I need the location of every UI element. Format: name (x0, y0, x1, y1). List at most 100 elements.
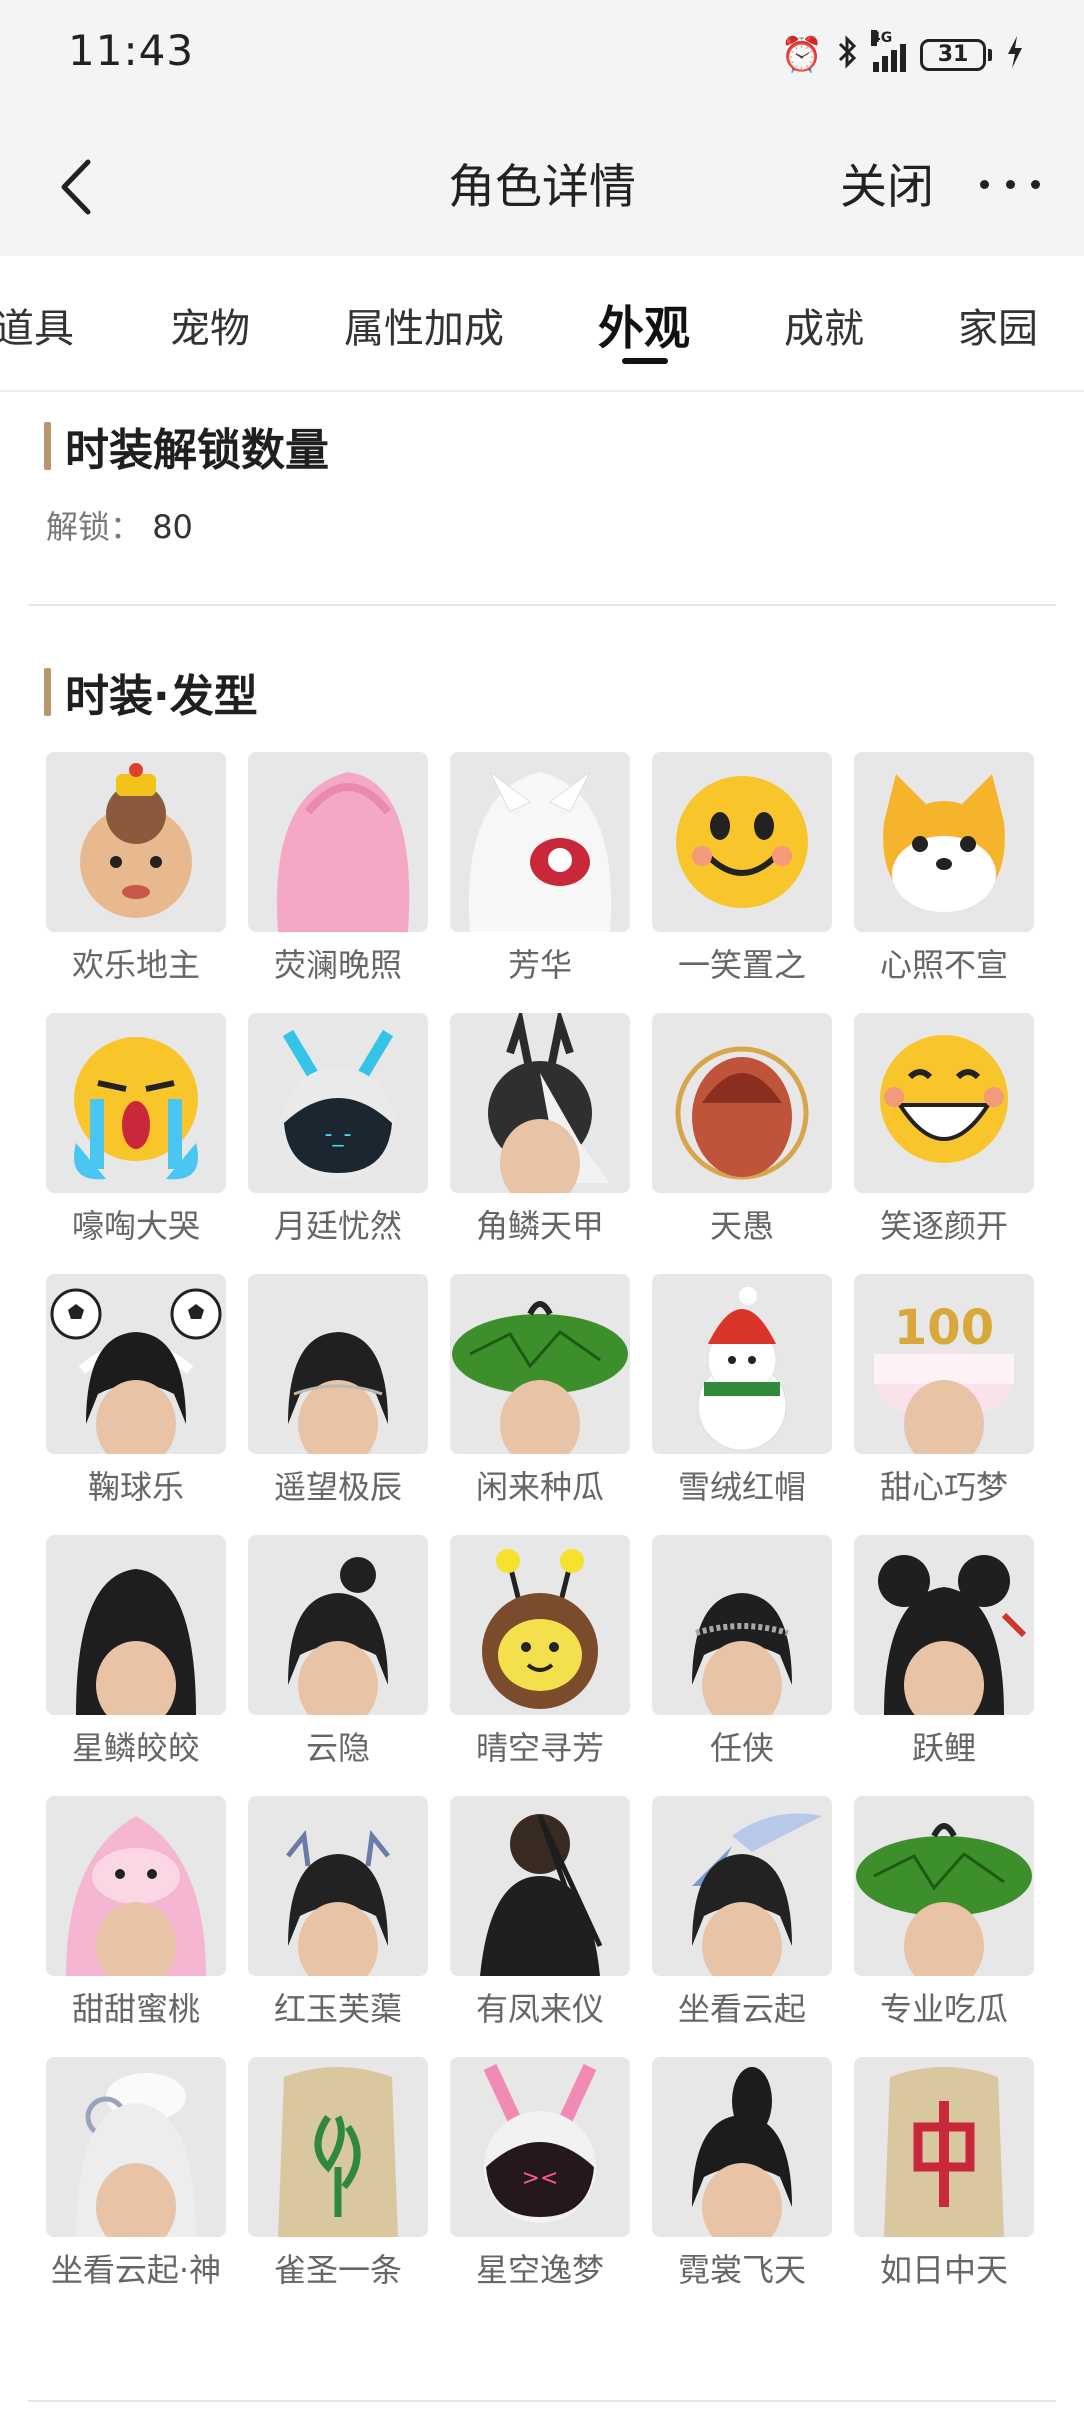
tab-items[interactable]: 道具 (0, 296, 74, 354)
bun-hair-icon (854, 1535, 1034, 1715)
fashion-item-name: 霓裳飞天 (677, 2251, 806, 2289)
high-bun-icon (652, 2057, 832, 2237)
tab-bar: 道具 宠物 属性加成 外观 成就 家园 (0, 256, 1084, 392)
fashion-item[interactable]: 闲来种瓜 (450, 1274, 630, 1535)
fashion-item[interactable]: 100 甜心巧梦 (854, 1274, 1034, 1535)
fashion-item-name: 天愚 (709, 1207, 774, 1245)
fashion-item[interactable]: 荧澜晚照 (248, 752, 428, 1013)
fashion-item-name: 欢乐地主 (71, 946, 200, 984)
unlock-value: 80 (152, 508, 193, 546)
visor-helmet-icon: -_- (248, 1013, 428, 1193)
alarm-icon: ⏰ (780, 35, 823, 75)
cake-hat-icon: 100 (854, 1274, 1034, 1454)
back-button[interactable] (54, 142, 144, 232)
hairy-head-icon (652, 1013, 832, 1193)
status-icons: ⏰ 4G 31 (781, 30, 1024, 80)
fashion-item-name: 嚎啕大哭 (71, 1207, 200, 1245)
fashion-item[interactable]: 嚎啕大哭 (46, 1013, 226, 1274)
tab-appearance[interactable]: 外观 (598, 292, 690, 358)
unlock-label: 解锁： (46, 508, 143, 546)
fashion-section-title-text: 时装·发型 (65, 671, 258, 722)
fashion-item[interactable]: 甜甜蜜桃 (46, 1796, 226, 2057)
fashion-item-name: 遥望极辰 (273, 1468, 402, 1506)
tab-attributes[interactable]: 属性加成 (344, 296, 504, 354)
unlock-count: 解锁： 80 (46, 502, 193, 548)
fashion-item[interactable]: -_- 月廷忧然 (248, 1013, 428, 1274)
mahjong-zhong-bag-icon (854, 2057, 1034, 2237)
status-time: 11:43 (68, 26, 195, 75)
fashion-item[interactable]: 跃鲤 (854, 1535, 1034, 1796)
fashion-item[interactable]: 星鳞皎皎 (46, 1535, 226, 1796)
bunny-visor-icon: >< (450, 2057, 630, 2237)
fashion-item[interactable]: 雀圣一条 (248, 2057, 428, 2318)
fashion-item[interactable]: 天愚 (652, 1013, 832, 1274)
fashion-item-name: 任侠 (709, 1729, 774, 1767)
fashion-item[interactable]: 红玉芙蕖 (248, 1796, 428, 2057)
crying-emoji-icon (46, 1013, 226, 1193)
fashion-grid: 欢乐地主 荧澜晚照 芳华 一笑置之 心照不宣嚎啕大哭 -_- 月廷忧然 角鳞天甲 天愚 笑逐颜开鞠… (46, 752, 1046, 2318)
fashion-item-name: 甜甜蜜桃 (71, 1990, 200, 2028)
fashion-item[interactable]: 鞠球乐 (46, 1274, 226, 1535)
close-button[interactable]: 关闭 (840, 148, 934, 217)
bluetooth-icon (837, 35, 859, 75)
melon-hat-icon (854, 1796, 1034, 1976)
white-hair-icon (46, 2057, 226, 2237)
fashion-item[interactable]: 笑逐颜开 (854, 1013, 1034, 1274)
fashion-item-name: 月廷忧然 (273, 1207, 402, 1245)
fashion-item-name: 甜心巧梦 (879, 1468, 1008, 1506)
active-tab-indicator (622, 358, 668, 364)
fashion-item[interactable]: 一笑置之 (652, 752, 832, 1013)
fashion-item-name: 角鳞天甲 (475, 1207, 604, 1245)
unlock-section-title: 时装解锁数量 (44, 420, 329, 476)
unlock-section-title-text: 时装解锁数量 (65, 425, 329, 476)
tab-pets[interactable]: 宠物 (170, 296, 250, 354)
fashion-item[interactable]: 坐看云起 (652, 1796, 832, 2057)
fashion-item[interactable]: 坐看云起·神 (46, 2057, 226, 2318)
bee-hat-icon (450, 1535, 630, 1715)
pink-hair-icon (248, 752, 428, 932)
fashion-item[interactable]: 芳华 (450, 752, 630, 1013)
chevron-left-icon (61, 159, 91, 215)
fashion-item[interactable]: 晴空寻芳 (450, 1535, 630, 1796)
more-options-icon[interactable] (980, 164, 1040, 204)
fashion-item[interactable]: 有凤来仪 (450, 1796, 630, 2057)
fashion-item-name: 坐看云起 (677, 1990, 806, 2028)
tab-home[interactable]: 家园 (958, 296, 1038, 354)
horned-helmet-icon (450, 1013, 630, 1193)
fashion-section-title: 时装·发型 (44, 666, 258, 722)
fashion-item-name: 跃鲤 (911, 1729, 976, 1767)
fashion-item-name: 云隐 (305, 1729, 370, 1767)
charging-icon (1006, 35, 1024, 75)
tab-achievements[interactable]: 成就 (784, 296, 864, 354)
topknot-hair-icon (248, 1535, 428, 1715)
section-accent-bar (44, 422, 51, 470)
headband-hair-icon (652, 1535, 832, 1715)
fashion-item[interactable]: 任侠 (652, 1535, 832, 1796)
fashion-item[interactable]: 专业吃瓜 (854, 1796, 1034, 2057)
fashion-item-name: 闲来种瓜 (475, 1468, 604, 1506)
svg-text:><: >< (522, 2166, 559, 2191)
peach-hood-icon (46, 1796, 226, 1976)
fashion-item[interactable]: 云隐 (248, 1535, 428, 1796)
fashion-item-name: 笑逐颜开 (879, 1207, 1008, 1245)
fashion-item-name: 星空逸梦 (475, 2251, 604, 2289)
fashion-item-name: 芳华 (507, 946, 572, 984)
section-accent-bar (44, 668, 51, 716)
fashion-item-name: 一笑置之 (677, 946, 806, 984)
fashion-item[interactable]: >< 星空逸梦 (450, 2057, 630, 2318)
fashion-item-name: 雪绒红帽 (677, 1468, 806, 1506)
fashion-item[interactable]: 如日中天 (854, 2057, 1034, 2318)
fashion-item-name: 晴空寻芳 (475, 1729, 604, 1767)
fashion-item[interactable]: 心照不宣 (854, 752, 1034, 1013)
fashion-item[interactable]: 角鳞天甲 (450, 1013, 630, 1274)
fashion-item[interactable]: 霓裳飞天 (652, 2057, 832, 2318)
lion-mask-icon (450, 752, 630, 932)
mahjong-bag-icon (248, 2057, 428, 2237)
landlord-hat-icon (46, 752, 226, 932)
fashion-item[interactable]: 欢乐地主 (46, 752, 226, 1013)
section-divider-bottom (28, 2400, 1056, 2402)
fashion-item[interactable]: 雪绒红帽 (652, 1274, 832, 1535)
phoenix-hair-icon (450, 1796, 630, 1976)
fashion-item[interactable]: 遥望极辰 (248, 1274, 428, 1535)
grin-emoji-icon (854, 1013, 1034, 1193)
